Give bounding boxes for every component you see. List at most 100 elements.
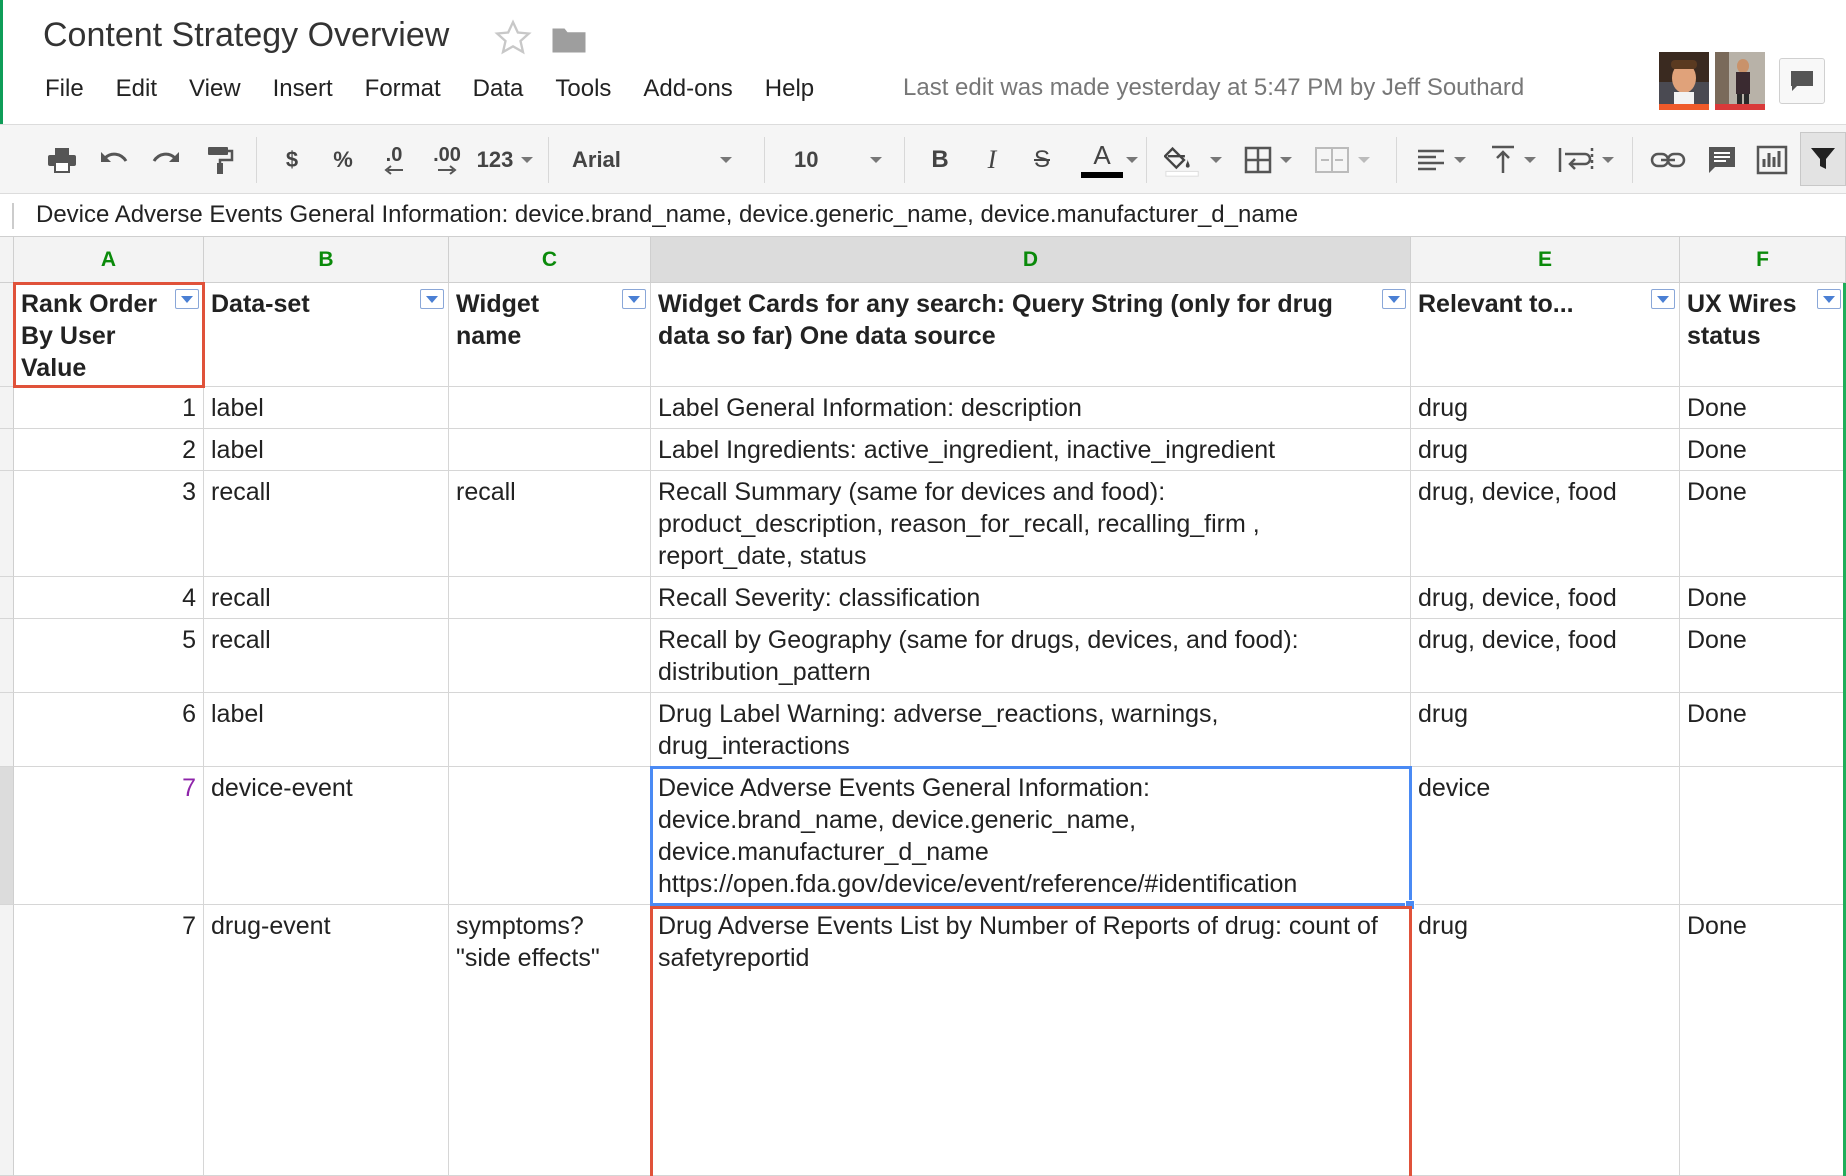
strikethrough-button[interactable]: S xyxy=(1026,125,1058,195)
column-header-e[interactable]: E xyxy=(1411,237,1680,283)
menu-help[interactable]: Help xyxy=(765,75,814,103)
table-header-cell[interactable]: UX Wires status xyxy=(1680,283,1846,387)
formula-input[interactable]: Device Adverse Events General Informatio… xyxy=(36,201,1298,229)
star-icon[interactable] xyxy=(493,18,533,58)
table-header-cell[interactable]: Relevant to... xyxy=(1411,283,1680,387)
menu-addons[interactable]: Add-ons xyxy=(643,75,732,103)
borders-button[interactable] xyxy=(1240,125,1296,195)
status-cell[interactable]: Done xyxy=(1680,905,1846,1176)
row-header[interactable] xyxy=(0,387,14,429)
menu-data[interactable]: Data xyxy=(473,75,524,103)
percent-format-button[interactable]: % xyxy=(328,125,358,195)
status-cell[interactable]: Done xyxy=(1680,577,1846,619)
vertical-align-button[interactable] xyxy=(1484,125,1542,195)
collaborator-avatar[interactable] xyxy=(1715,52,1765,110)
widget-card-cell[interactable]: Recall Summary (same for devices and foo… xyxy=(651,471,1411,577)
menu-tools[interactable]: Tools xyxy=(555,75,611,103)
data-set-cell[interactable]: drug-event xyxy=(204,905,449,1176)
widget-name-cell[interactable]: symptoms? "side effects" xyxy=(449,905,651,1176)
row-header[interactable] xyxy=(0,693,14,767)
relevant-to-cell[interactable]: drug xyxy=(1411,387,1680,429)
filter-dropdown-button[interactable] xyxy=(1817,289,1841,309)
insert-comment-button[interactable] xyxy=(1702,125,1742,195)
menu-edit[interactable]: Edit xyxy=(116,75,157,103)
widget-card-cell[interactable]: Label General Information: description xyxy=(651,387,1411,429)
data-set-cell[interactable]: recall xyxy=(204,577,449,619)
widget-card-cell[interactable]: Recall Severity: classification xyxy=(651,577,1411,619)
row-header[interactable] xyxy=(0,429,14,471)
fill-color-button[interactable] xyxy=(1164,125,1222,195)
data-set-cell[interactable]: label xyxy=(204,429,449,471)
document-title[interactable]: Content Strategy Overview xyxy=(43,16,449,55)
widget-card-cell[interactable]: Label Ingredients: active_ingredient, in… xyxy=(651,429,1411,471)
filter-dropdown-button[interactable] xyxy=(175,289,199,309)
insert-chart-button[interactable] xyxy=(1752,125,1792,195)
filter-dropdown-button[interactable] xyxy=(420,289,444,309)
column-header-c[interactable]: C xyxy=(449,237,651,283)
status-cell[interactable]: Done xyxy=(1680,387,1846,429)
data-set-cell[interactable]: label xyxy=(204,693,449,767)
increase-decimals-button[interactable]: .00 xyxy=(424,125,470,195)
paint-format-button[interactable] xyxy=(200,125,240,195)
row-header[interactable] xyxy=(0,471,14,577)
comments-button[interactable] xyxy=(1779,58,1825,104)
relevant-to-cell[interactable]: drug, device, food xyxy=(1411,619,1680,693)
rank-cell[interactable]: 6 xyxy=(14,693,204,767)
rank-cell[interactable]: 7 xyxy=(14,767,204,905)
status-cell[interactable]: Done xyxy=(1680,429,1846,471)
rank-cell[interactable]: 3 xyxy=(14,471,204,577)
bold-button[interactable]: B xyxy=(924,125,956,195)
filter-dropdown-button[interactable] xyxy=(1382,289,1406,309)
rank-cell[interactable]: 5 xyxy=(14,619,204,693)
widget-card-cell[interactable]: Drug Adverse Events List by Number of Re… xyxy=(651,905,1411,1176)
folder-icon[interactable] xyxy=(551,24,587,54)
table-header-cell[interactable]: Data-set xyxy=(204,283,449,387)
menu-file[interactable]: File xyxy=(45,75,84,103)
relevant-to-cell[interactable]: drug, device, food xyxy=(1411,471,1680,577)
text-wrapping-button[interactable] xyxy=(1554,125,1618,195)
chevron-down-icon[interactable] xyxy=(1126,157,1138,163)
column-header-d[interactable]: D xyxy=(651,237,1411,283)
status-cell[interactable]: Done xyxy=(1680,619,1846,693)
row-header[interactable] xyxy=(0,905,14,1176)
more-formats-dropdown[interactable]: 123 xyxy=(474,125,536,195)
decrease-decimals-button[interactable]: .0 xyxy=(374,125,414,195)
widget-name-cell[interactable] xyxy=(449,767,651,905)
table-header-cell[interactable]: Widget name xyxy=(449,283,651,387)
widget-card-cell[interactable]: Drug Label Warning: adverse_reactions, w… xyxy=(651,693,1411,767)
rank-cell[interactable]: 1 xyxy=(14,387,204,429)
column-header-f[interactable]: F xyxy=(1680,237,1846,283)
data-set-cell[interactable]: recall xyxy=(204,471,449,577)
currency-format-button[interactable]: $ xyxy=(278,125,306,195)
row-header[interactable] xyxy=(0,283,14,387)
row-header[interactable] xyxy=(0,619,14,693)
italic-button[interactable]: I xyxy=(976,125,1008,195)
relevant-to-cell[interactable]: device xyxy=(1411,767,1680,905)
widget-name-cell[interactable]: recall xyxy=(449,471,651,577)
status-cell[interactable] xyxy=(1680,767,1846,905)
rank-cell[interactable]: 7 xyxy=(14,905,204,1176)
collaborator-avatar[interactable] xyxy=(1659,52,1709,110)
data-set-cell[interactable]: label xyxy=(204,387,449,429)
status-cell[interactable]: Done xyxy=(1680,693,1846,767)
rank-cell[interactable]: 4 xyxy=(14,577,204,619)
filter-button[interactable] xyxy=(1800,132,1846,186)
last-edit-status[interactable]: Last edit was made yesterday at 5:47 PM … xyxy=(903,74,1524,102)
filter-dropdown-button[interactable] xyxy=(622,289,646,309)
relevant-to-cell[interactable]: drug xyxy=(1411,429,1680,471)
menu-view[interactable]: View xyxy=(189,75,241,103)
filter-dropdown-button[interactable] xyxy=(1651,289,1675,309)
column-header-b[interactable]: B xyxy=(204,237,449,283)
menu-format[interactable]: Format xyxy=(365,75,441,103)
relevant-to-cell[interactable]: drug xyxy=(1411,693,1680,767)
relevant-to-cell[interactable]: drug, device, food xyxy=(1411,577,1680,619)
widget-name-cell[interactable] xyxy=(449,693,651,767)
widget-name-cell[interactable] xyxy=(449,429,651,471)
relevant-to-cell[interactable]: drug xyxy=(1411,905,1680,1176)
row-header[interactable] xyxy=(0,767,14,905)
row-header[interactable] xyxy=(0,577,14,619)
widget-name-cell[interactable] xyxy=(449,577,651,619)
table-header-cell[interactable]: Rank Order By User Value xyxy=(14,283,204,387)
widget-name-cell[interactable] xyxy=(449,619,651,693)
menu-insert[interactable]: Insert xyxy=(273,75,333,103)
